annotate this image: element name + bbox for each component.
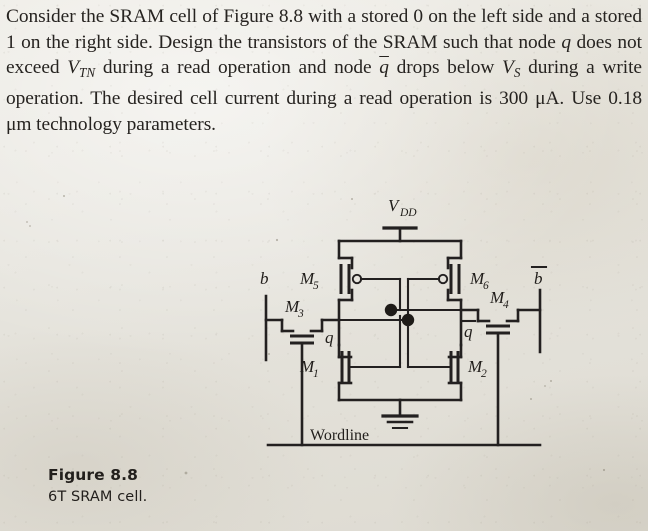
node-q-label: q <box>325 328 334 347</box>
figure-caption: Figure 8.8 6T SRAM cell. <box>48 466 147 505</box>
sram-circuit-diagram: V DD M 5 M 6 b M 3 M 4 b q q M 1 M 2 Wor… <box>26 195 606 475</box>
m1-index: 1 <box>313 368 319 380</box>
bitline-right-label: b <box>534 269 543 288</box>
bitline-left-label: b <box>260 269 269 288</box>
figure-caption-subtitle: 6T SRAM cell. <box>48 489 148 505</box>
transistor-m2-nmos: M 2 <box>406 324 487 402</box>
vdd-supply-symbol: V DD <box>382 196 418 243</box>
m4-index: 4 <box>503 299 509 311</box>
transistor-m1-nmos: M 1 <box>299 314 402 402</box>
node-qbar-label: q <box>464 322 473 341</box>
transistor-m6-pmos: M 6 <box>406 256 489 347</box>
vdd-rail <box>337 239 463 260</box>
m6-index: 6 <box>483 280 489 292</box>
m2-index: 2 <box>481 368 487 380</box>
ground-symbol <box>337 398 463 430</box>
junction-dot-left <box>384 303 398 317</box>
m3-index: 3 <box>297 308 304 320</box>
m5-index: 5 <box>313 280 319 292</box>
bitline-left: b <box>260 269 284 362</box>
vdd-sublabel: DD <box>399 207 417 219</box>
figure-caption-title: Figure 8.8 <box>48 466 139 484</box>
junction-dot-right <box>401 313 415 327</box>
wordline-label: Wordline <box>310 427 369 444</box>
